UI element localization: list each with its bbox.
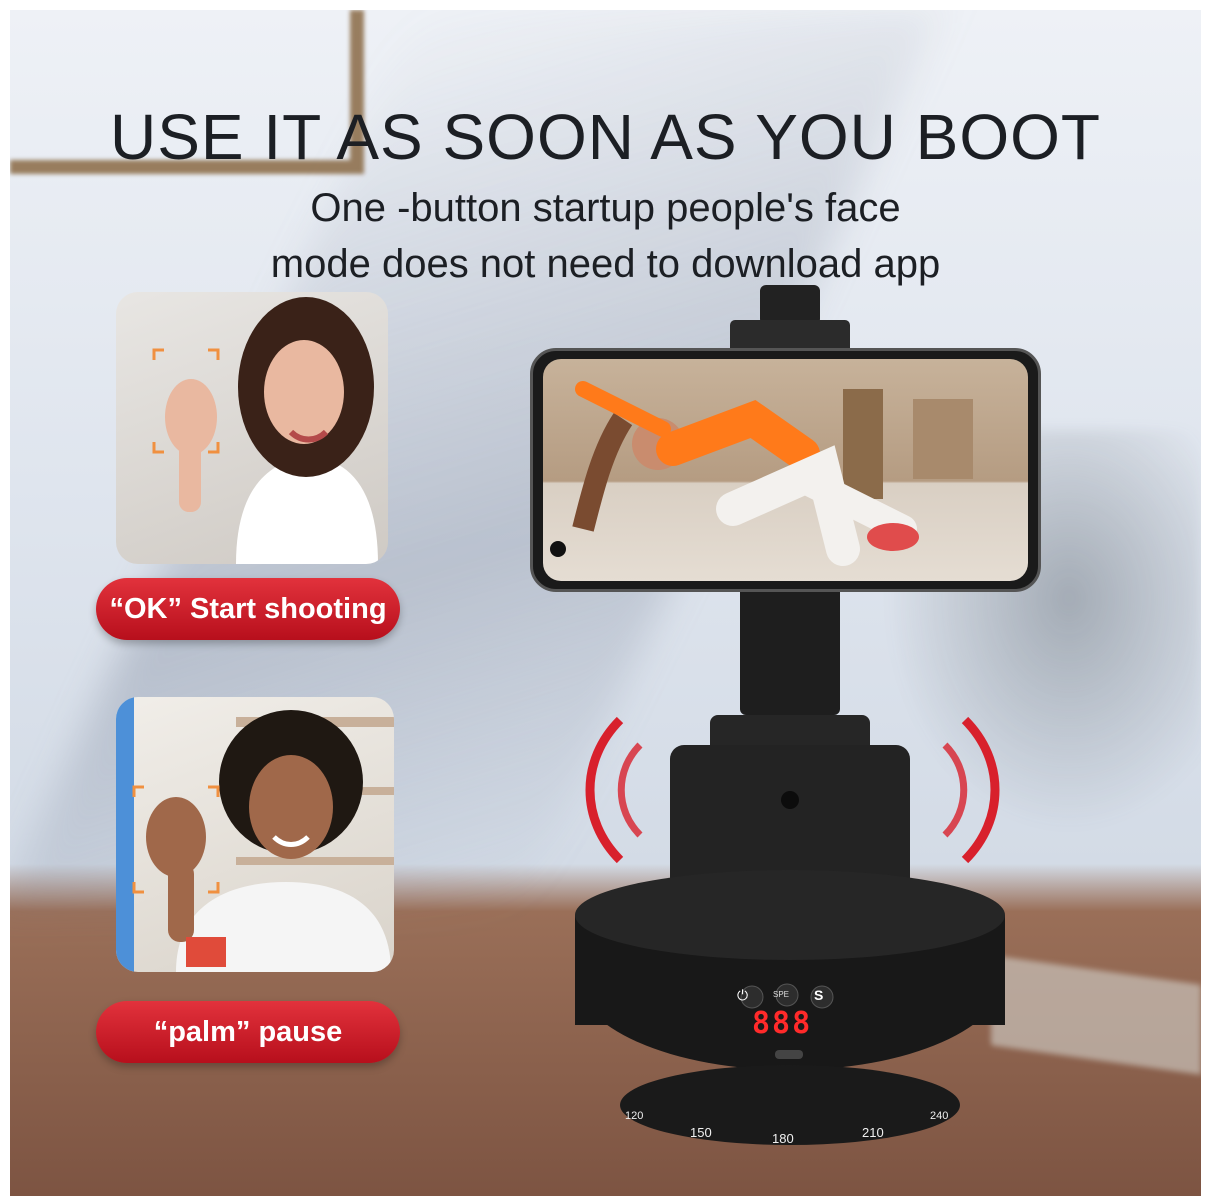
phone-screen-photo: [543, 359, 1028, 581]
ok-start-shooting-label: “OK” Start shooting: [96, 578, 400, 640]
dancer-illustration: [550, 381, 973, 566]
holder-stem: [740, 585, 840, 715]
ok-gesture-photo: [116, 292, 388, 564]
dial-number: 150: [690, 1125, 712, 1140]
headline: USE IT AS SOON AS YOU BOOT: [109, 101, 1102, 173]
clamp-knob: [760, 285, 820, 325]
palm-pause-label: “palm” pause: [96, 1001, 400, 1063]
left-signal-waves: [585, 716, 643, 864]
dial-number: 120: [625, 1110, 644, 1122]
palm-gesture-photo: [116, 697, 394, 972]
right-signal-waves: [942, 716, 1000, 864]
dial-number: 180: [772, 1131, 794, 1146]
smartphone: [530, 348, 1041, 592]
power-icon: ⏻: [737, 987, 749, 1003]
dial-number: 210: [862, 1125, 884, 1140]
s-button-label: S: [814, 987, 824, 1003]
subheadline-line1: One -button startup people's face: [310, 186, 901, 230]
woman-ok-illustration: [152, 297, 378, 564]
spe-button-label: SPE: [773, 990, 790, 999]
led-readout: 888: [752, 1006, 813, 1041]
dial-number: 240: [930, 1110, 949, 1122]
boy-palm-illustration: [116, 697, 394, 972]
product-image: USE IT AS SOON AS YOU BOOT One -button s…: [10, 10, 1201, 1196]
